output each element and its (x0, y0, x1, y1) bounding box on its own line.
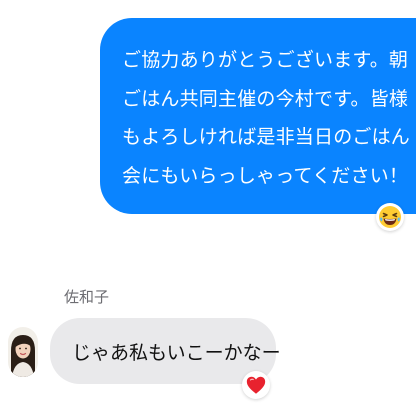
message-line: 会にもいらっしゃってください！ (122, 164, 409, 187)
message-line: ご協力ありがとうございます。朝 (122, 49, 409, 71)
message-text: じゃあ私もいこーかなー (72, 341, 281, 364)
incoming-message-bubble[interactable]: じゃあ私もいこーかなー (50, 318, 281, 384)
message-reaction[interactable] (376, 203, 404, 231)
message-line: もよろしければ是非当日のごはん (122, 126, 411, 148)
avatar[interactable] (8, 327, 38, 377)
sender-name: 佐和子 (64, 288, 110, 306)
message-reaction[interactable] (242, 371, 270, 399)
heart-icon (246, 376, 266, 394)
message-line: ごはん共同主催の今村です。皆様 (122, 87, 409, 110)
outgoing-message-bubble[interactable]: ご協力ありがとうございます。朝 ごはん共同主催の今村です。皆様 もよろしければ是… (100, 18, 416, 214)
laughing-face-icon (379, 206, 401, 228)
